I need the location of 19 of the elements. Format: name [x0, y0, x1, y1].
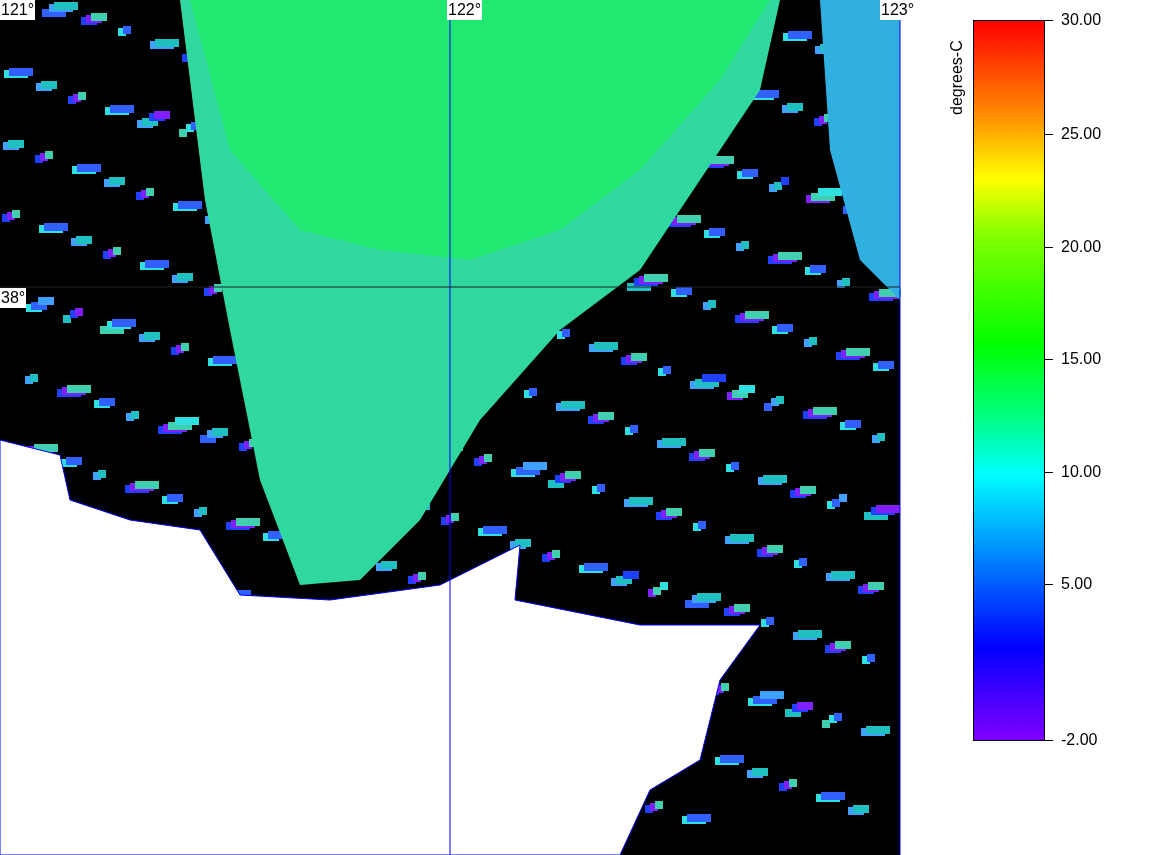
tick-label: 20.00 — [1061, 237, 1102, 257]
tick-label: 10.00 — [1061, 462, 1102, 482]
longitude-label: 121° — [0, 0, 36, 20]
tick-label: 25.00 — [1061, 124, 1102, 144]
colorbar-title: degrees-C — [947, 40, 966, 115]
tick-label: 15.00 — [1061, 349, 1102, 369]
longitude-label: 122° — [447, 0, 483, 20]
tick-label: 5.00 — [1061, 574, 1093, 594]
longitude-label: 123° — [880, 0, 916, 20]
tick-mark — [1045, 133, 1053, 135]
tick-mark — [1045, 471, 1053, 473]
latitude-label: 38° — [0, 288, 27, 308]
tick-mark — [1045, 358, 1053, 360]
tick-mark — [1045, 19, 1053, 21]
tick-label: 30.00 — [1061, 10, 1102, 30]
tick-mark — [1045, 583, 1053, 585]
tick-mark — [1045, 246, 1053, 248]
tick-mark — [1045, 739, 1053, 741]
tick-label: -2.00 — [1061, 730, 1098, 750]
